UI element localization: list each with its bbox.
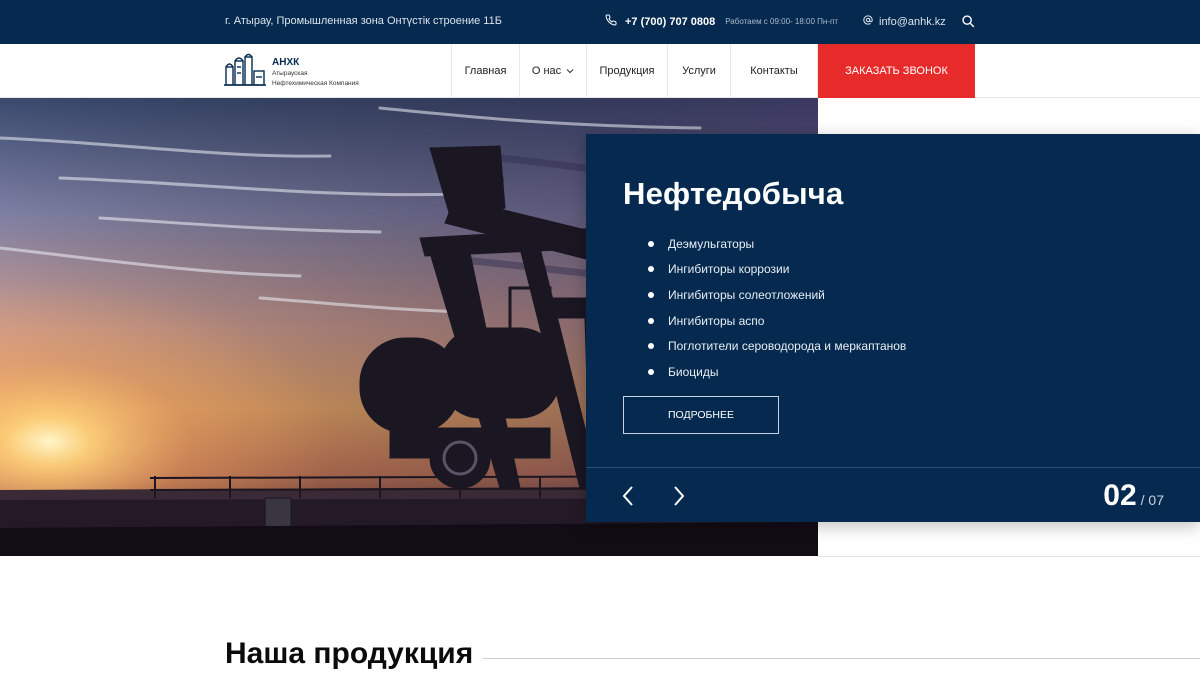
nav-item-products[interactable]: Продукция bbox=[586, 44, 667, 98]
slide-panel: Нефтедобыча Деэмульгаторы Ингибиторы кор… bbox=[586, 134, 1200, 522]
nav-item-label: Контакты bbox=[750, 65, 798, 77]
chevron-left-icon[interactable] bbox=[619, 484, 639, 508]
nav-item-label: О нас bbox=[531, 65, 562, 77]
plant-logo-icon bbox=[224, 53, 266, 92]
logo-text: АНХК Атырауская Нефтехимическая Компания bbox=[272, 57, 359, 89]
nav-item-label: Продукция bbox=[599, 65, 655, 77]
section-title: Наша продукция bbox=[225, 637, 474, 670]
list-item[interactable]: Биоциды bbox=[648, 359, 906, 385]
logo-brand: АНХК bbox=[272, 56, 300, 68]
chevron-down-icon bbox=[566, 67, 574, 76]
email-link[interactable]: info@anhk.kz bbox=[879, 16, 946, 28]
logo[interactable]: АНХК Атырауская Нефтехимическая Компания bbox=[224, 53, 359, 92]
phone-icon bbox=[605, 14, 617, 29]
nav-item-contacts[interactable]: Контакты bbox=[730, 44, 818, 98]
section-divider bbox=[483, 658, 1200, 659]
panel-divider bbox=[586, 467, 1200, 468]
search-icon[interactable] bbox=[961, 14, 977, 30]
slide-counter: 02/ 07 bbox=[1103, 479, 1164, 513]
more-details-button[interactable]: ПОДРОБНЕЕ bbox=[623, 396, 779, 434]
top-bar: г. Атырау, Промышленная зона Онтүстік ст… bbox=[0, 0, 1200, 44]
order-call-button[interactable]: ЗАКАЗАТЬ ЗВОНОК bbox=[818, 44, 975, 98]
nav-item-home[interactable]: Главная bbox=[451, 44, 519, 98]
hero-divider bbox=[818, 556, 1200, 557]
list-item[interactable]: Ингибиторы солеотложений bbox=[648, 282, 906, 308]
address-text: г. Атырау, Промышленная зона Онтүстік ст… bbox=[225, 15, 502, 27]
nav-item-services[interactable]: Услуги bbox=[667, 44, 730, 98]
nav-item-label: Услуги bbox=[682, 65, 716, 77]
slide-total: / 07 bbox=[1140, 492, 1164, 508]
main-nav: Главная О нас Продукция Услуги Контакты bbox=[451, 44, 818, 98]
slide-product-list: Деэмульгаторы Ингибиторы коррозии Ингиби… bbox=[648, 231, 906, 385]
slide-title: Нефтедобыча bbox=[623, 176, 844, 211]
list-item[interactable]: Поглотители сероводорода и меркаптанов bbox=[648, 333, 906, 359]
list-item[interactable]: Ингибиторы аспо bbox=[648, 308, 906, 334]
nav-item-label: Главная bbox=[464, 65, 507, 77]
logo-line-1: Атырауская bbox=[272, 69, 308, 77]
logo-line-2: Нефтехимическая Компания bbox=[272, 79, 359, 87]
phone-number[interactable]: +7 (700) 707 0808 bbox=[625, 16, 715, 28]
chevron-right-icon[interactable] bbox=[668, 484, 688, 508]
site-header: АНХК Атырауская Нефтехимическая Компания… bbox=[0, 44, 1200, 98]
list-item[interactable]: Деэмульгаторы bbox=[648, 231, 906, 257]
at-icon bbox=[863, 15, 873, 28]
phone-block: +7 (700) 707 0808 Работаем с 09:00- 18:0… bbox=[605, 14, 838, 29]
nav-item-about[interactable]: О нас bbox=[519, 44, 586, 98]
list-item[interactable]: Ингибиторы коррозии bbox=[648, 257, 906, 283]
email-block: info@anhk.kz bbox=[863, 15, 946, 28]
working-hours: Работаем с 09:00- 18:00 Пн-пт bbox=[725, 17, 838, 26]
slide-current: 02 bbox=[1103, 479, 1137, 512]
